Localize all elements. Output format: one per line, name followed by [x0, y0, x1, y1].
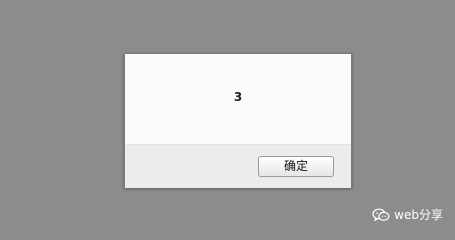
- dialog-message: 3: [233, 90, 243, 104]
- dialog-body: 3: [125, 54, 351, 144]
- ok-button[interactable]: 确定: [258, 156, 334, 177]
- alert-dialog: 3 确定: [124, 53, 352, 188]
- watermark-text: web分享: [394, 208, 443, 222]
- watermark: web分享: [372, 206, 443, 223]
- wechat-icon: [372, 208, 390, 222]
- dialog-footer: 确定: [125, 144, 351, 188]
